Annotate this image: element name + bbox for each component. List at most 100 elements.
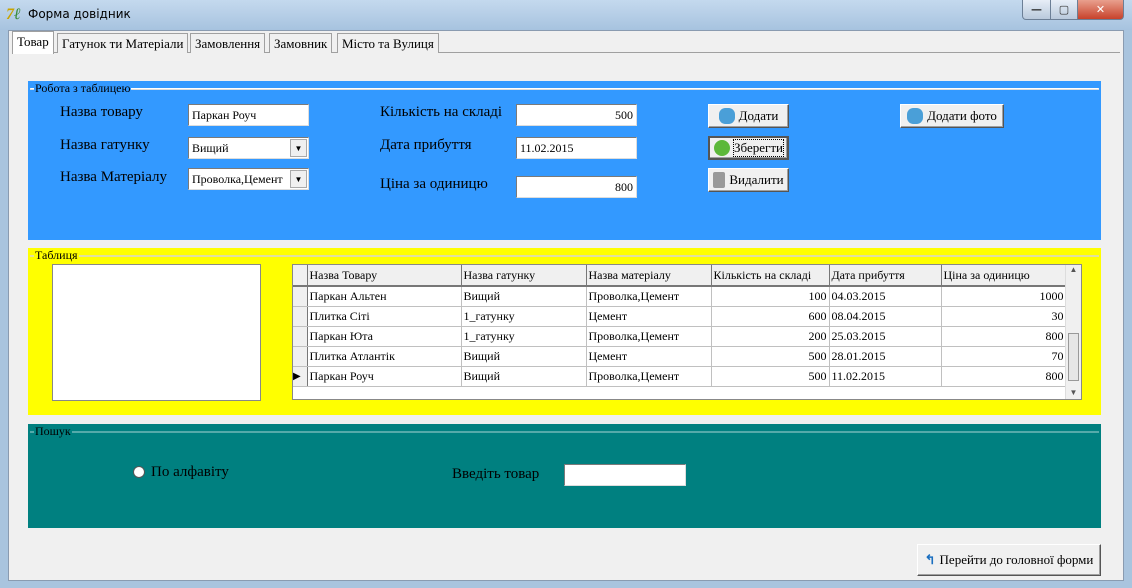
alphabet-radio[interactable] <box>133 466 145 478</box>
table-row[interactable]: Паркан Альтен Вищий Проволка,Цемент 100 04.0… <box>293 286 1067 307</box>
table-cell[interactable]: Паркан Роуч <box>307 366 462 387</box>
table-cell[interactable]: Проволка,Цемент <box>586 286 712 307</box>
row-indicator <box>293 306 308 327</box>
table-cell[interactable]: 08.04.2015 <box>829 306 942 327</box>
name-input[interactable]: Паркан Роуч <box>188 104 309 126</box>
delete-label: Видалити <box>729 172 784 187</box>
material-label: Назва Матеріалу <box>60 169 167 185</box>
chevron-down-icon[interactable]: ▼ <box>290 170 307 188</box>
search-legend: Пошук <box>34 424 72 439</box>
scroll-up-icon[interactable]: ▲ <box>1066 265 1081 274</box>
indicator-header <box>293 265 308 287</box>
scroll-thumb[interactable] <box>1068 333 1079 381</box>
add-button[interactable]: Додати <box>708 104 789 128</box>
table-cell[interactable]: Цемент <box>586 306 712 327</box>
app-logo-icon: 7ℓ <box>6 6 21 23</box>
table-cell[interactable]: Проволка,Цемент <box>586 366 712 387</box>
column-header[interactable]: Назва Товару <box>307 265 462 287</box>
table-cell[interactable]: 1_гатунку <box>461 326 587 347</box>
alphabet-label: По алфавіту <box>151 464 229 480</box>
check-icon <box>714 140 731 156</box>
material-value: Проволка,Цемент <box>192 172 283 186</box>
table-cell[interactable]: 25.03.2015 <box>829 326 942 347</box>
save-button[interactable]: Зберегти <box>708 136 789 160</box>
table-cell[interactable]: Цемент <box>586 346 712 367</box>
title-bar[interactable] <box>0 0 1132 30</box>
table-cell[interactable]: 800 <box>941 366 1067 387</box>
add-photo-button[interactable]: Додати фото <box>900 104 1004 128</box>
table-cell[interactable]: 500 <box>711 346 830 367</box>
table-cell[interactable]: 70 <box>941 346 1067 367</box>
table-cell[interactable]: Плитка Сіті <box>307 306 462 327</box>
price-input[interactable]: 800 <box>516 176 637 198</box>
row-indicator <box>293 286 308 307</box>
column-header[interactable]: Ціна за одиницю <box>941 265 1067 287</box>
table-cell[interactable]: Проволка,Цемент <box>586 326 712 347</box>
vertical-scrollbar[interactable]: ▲ ▼ <box>1065 265 1081 399</box>
search-input[interactable] <box>564 464 686 486</box>
row-indicator <box>293 326 308 347</box>
tab-grades-materials[interactable]: Гатунок ти Матеріали <box>57 33 189 53</box>
data-grid[interactable]: Назва Товару Назва гатунку Назва матеріалу… <box>292 264 1082 400</box>
table-cell[interactable]: 28.01.2015 <box>829 346 942 367</box>
table-row[interactable]: Плитка Сіті 1_гатунку Цемент 600 08.04.2015 3… <box>293 306 1067 327</box>
table-cell[interactable]: 30 <box>941 306 1067 327</box>
table-row[interactable]: Паркан Юта 1_гатунку Проволка,Цемент 200 25.… <box>293 326 1067 347</box>
table-cell[interactable]: 600 <box>711 306 830 327</box>
maximize-button[interactable]: ▢ <box>1050 0 1078 20</box>
close-button[interactable]: ✕ <box>1077 0 1124 20</box>
table-cell[interactable]: 04.03.2015 <box>829 286 942 307</box>
qty-input[interactable]: 500 <box>516 104 637 126</box>
table-cell[interactable]: Вищий <box>461 366 587 387</box>
row-indicator <box>293 346 308 367</box>
delete-button[interactable]: Видалити <box>708 168 789 192</box>
tab-tovar[interactable]: Товар <box>12 31 54 54</box>
main-form-label: Перейти до головної форми <box>939 552 1094 567</box>
column-header[interactable]: Назва матеріалу <box>586 265 712 287</box>
table-cell[interactable]: 100 <box>711 286 830 307</box>
minimize-button[interactable]: — <box>1022 0 1051 20</box>
date-label: Дата прибуття <box>380 137 472 153</box>
scroll-down-icon[interactable]: ▼ <box>1066 388 1081 397</box>
goods-table: Назва Товару Назва гатунку Назва матеріалу… <box>293 265 1067 387</box>
window-title: Форма довідник <box>28 7 131 21</box>
grade-select[interactable]: Вищий ▼ <box>188 137 309 159</box>
save-label: Зберегти <box>733 139 784 157</box>
table-cell[interactable]: 1_гатунку <box>461 306 587 327</box>
table-cell[interactable]: 200 <box>711 326 830 347</box>
add-photo-label: Додати фото <box>927 108 997 123</box>
date-input[interactable]: 11.02.2015 <box>516 137 637 159</box>
qty-label: Кількість на складі <box>380 104 503 120</box>
table-row[interactable]: Плитка Атлантік Вищий Цемент 500 28.01.2015 7… <box>293 346 1067 367</box>
add-bubble-icon <box>907 108 924 124</box>
trash-icon <box>713 172 726 188</box>
table-cell[interactable]: 1000 <box>941 286 1067 307</box>
material-select[interactable]: Проволка,Цемент ▼ <box>188 168 309 190</box>
work-legend: Робота з таблицею <box>34 81 132 96</box>
table-cell[interactable]: 500 <box>711 366 830 387</box>
photo-listbox[interactable] <box>52 264 261 401</box>
column-header[interactable]: Кількість на складі <box>711 265 830 287</box>
table-cell[interactable]: Паркан Юта <box>307 326 462 347</box>
search-label: Введіть товар <box>452 466 540 482</box>
table-cell[interactable]: Паркан Альтен <box>307 286 462 307</box>
column-header[interactable]: Дата прибуття <box>829 265 942 287</box>
main-form-button[interactable]: ↰ Перейти до головної форми <box>917 544 1101 576</box>
table-cell[interactable]: Вищий <box>461 286 587 307</box>
grade-value: Вищий <box>192 141 229 155</box>
column-header[interactable]: Назва гатунку <box>461 265 587 287</box>
add-bubble-icon <box>718 108 735 124</box>
table-cell[interactable]: Вищий <box>461 346 587 367</box>
tab-customer[interactable]: Замовник <box>269 33 333 53</box>
chevron-down-icon[interactable]: ▼ <box>290 139 307 157</box>
tab-orders[interactable]: Замовлення <box>190 33 266 53</box>
return-arrow-icon: ↰ <box>924 552 936 567</box>
table-cell[interactable]: Плитка Атлантік <box>307 346 462 367</box>
table-row[interactable]: ▶ Паркан Роуч Вищий Проволка,Цемент 500 11.02… <box>293 366 1067 387</box>
grade-label: Назва гатунку <box>60 137 150 153</box>
add-label: Додати <box>738 108 779 123</box>
tab-city-street[interactable]: Місто та Вулиця <box>337 33 439 53</box>
table-cell[interactable]: 11.02.2015 <box>829 366 942 387</box>
table-cell[interactable]: 800 <box>941 326 1067 347</box>
name-label: Назва товару <box>60 104 143 120</box>
